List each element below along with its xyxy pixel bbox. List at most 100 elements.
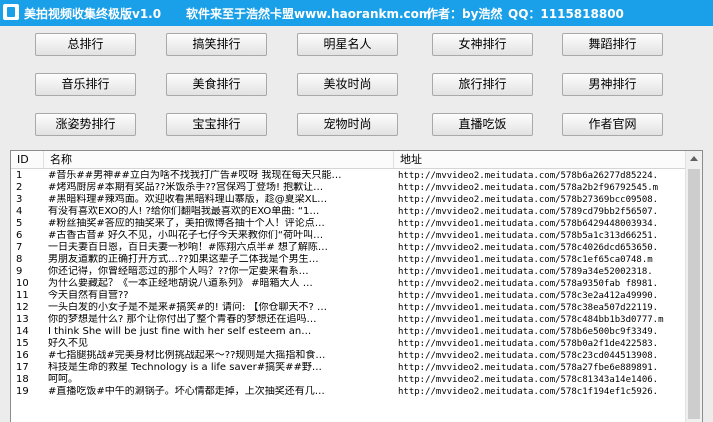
list-item-url: http://mvvideo1.meitudata.com/578b5a1c31… [398, 231, 659, 241]
list-item-name: #音乐##男神##立白为啥不找我打广告#哎呀 我现在每天只能… [48, 170, 342, 181]
list-item-name: 你的梦想是什么? 那个让你付出了整个青春的梦想还在追吗… [48, 314, 317, 325]
list-item[interactable]: 16 #七指腿挑战#完美身材比例挑战起来～??规则是大摇指和食… http://mv… [11, 350, 686, 362]
category-button[interactable]: 宝宝排行 [166, 113, 267, 136]
category-button[interactable]: 旅行排行 [432, 73, 533, 96]
category-button[interactable]: 明星名人 [297, 33, 398, 56]
category-button[interactable]: 舞蹈排行 [562, 33, 663, 56]
list-item[interactable]: 15 好久不见 http://mvvideo1.meitudata.com/578b… [11, 338, 686, 350]
list-item-url: http://mvvideo2.meitudata.com/578b27369b… [398, 195, 659, 205]
list-item-name: 为什么要藏起？《一本正经地胡说八道系列》 #暗箱大人 … [48, 278, 313, 289]
list-item-name: 呵呵。 [48, 374, 78, 385]
list-item-url: http://mvvideo2.meitudata.com/578c4026dc… [398, 243, 659, 253]
list-item-name: 科技是生命的救星 Technology is a life saver#搞笑##… [48, 362, 322, 373]
list-item-id: 19 [16, 386, 29, 397]
list-item[interactable]: 3 #黑暗料理#辣鸡面。欢迎收看黑暗料理山寨版，趁@夏梁XL… http://mvv… [11, 194, 686, 206]
list-item-name: #黑暗料理#辣鸡面。欢迎收看黑暗料理山寨版，趁@夏梁XL… [48, 194, 328, 205]
list-item-name: 有没有喜欢EXO的人! ?给你们翻唱我最喜欢的EXO单曲: “1… [48, 206, 320, 217]
list-item-url: http://mvvideo2.meitudata.com/578a2b2f96… [398, 183, 659, 193]
list-item-name: #古香古音# 好久不见，小叫花子七仔今天来教你们“荷叶叫… [48, 230, 324, 241]
app-icon [3, 4, 19, 20]
list-item[interactable]: 17 科技是生命的救星 Technology is a life saver#搞笑… [11, 362, 686, 374]
category-button[interactable]: 美妆时尚 [297, 73, 398, 96]
list-item-id: 17 [16, 362, 29, 373]
main-window: 美拍视频收集终极版v1.0 软件来至于浩然卡盟www.haorankm.com … [0, 0, 713, 422]
category-button[interactable]: 男神排行 [562, 73, 663, 96]
list-item[interactable]: 8 男朋友道歉的正确打开方式…??如果这辈子二体我是个男生… http://mvvi… [11, 254, 686, 266]
category-button[interactable]: 搞笑排行 [166, 33, 267, 56]
list-item-id: 5 [16, 218, 23, 229]
list-item-url: http://mvvideo2.meitudata.com/578b6a2627… [398, 171, 659, 181]
list-item[interactable]: 5 #粉丝抽奖#答应的抽奖来了，美拍微博各抽十个人！评论点… http://mvvi… [11, 218, 686, 230]
list-item[interactable]: 1 #音乐##男神##立白为啥不找我打广告#哎呀 我现在每天只能… http://m… [11, 170, 686, 182]
list-item-name: 你还记得，你曾经暗恋过的那个人吗？??你一定要来看系… [48, 266, 309, 277]
title-bar[interactable]: 美拍视频收集终极版v1.0 软件来至于浩然卡盟www.haorankm.com … [0, 0, 713, 26]
list-item-id: 13 [16, 314, 29, 325]
list-item-url: http://mvvideo1.meitudata.com/578c38ea50… [398, 303, 659, 313]
category-button[interactable]: 总排行 [35, 33, 136, 56]
list-item-id: 11 [16, 290, 29, 301]
column-header-id[interactable]: ID [11, 151, 44, 168]
list-item[interactable]: 12 一头白发的小女子是不是来#搞笑#的! 请问: 【你仓聊天不? … http:/… [11, 302, 686, 314]
category-button[interactable]: 女神排行 [432, 33, 533, 56]
vertical-scrollbar[interactable] [685, 151, 702, 422]
list-item-name: #烤鸡厨房#本期有奖品??米饭杀手??宫保鸡丁登场! 抱歉让… [48, 182, 324, 193]
list-item-id: 3 [16, 194, 23, 205]
scroll-thumb[interactable] [688, 169, 700, 419]
list-item[interactable]: 4 有没有喜欢EXO的人! ?给你们翻唱我最喜欢的EXO单曲: “1… http:/… [11, 206, 686, 218]
list-item-id: 8 [16, 254, 23, 265]
title-qq: QQ：1115818800 [508, 7, 624, 21]
list-item[interactable]: 2 #烤鸡厨房#本期有奖品??米饭杀手??宫保鸡丁登场! 抱歉让… http://m… [11, 182, 686, 194]
list-item-name: 一日夫妻百日恩，百日夫妻一秒响！#陈翔六点半# 想了解陈… [48, 242, 328, 253]
column-header-name[interactable]: 名称 [44, 151, 394, 168]
video-list[interactable]: ID 名称 地址 1 #音乐##男神##立白为啥不找我打广告#哎呀 我现在每天只能… [10, 150, 703, 422]
list-item-url: http://mvvideo1.meitudata.com/578c1ef65c… [398, 255, 653, 265]
category-button[interactable]: 作者官网 [562, 113, 663, 136]
list-item-id: 15 [16, 338, 29, 349]
list-item-url: http://mvvideo1.meitudata.com/578c484bb1… [398, 315, 664, 325]
list-item-url: http://mvvideo1.meitudata.com/5789a34e52… [398, 267, 653, 277]
list-item-id: 14 [16, 326, 29, 337]
list-item[interactable]: 18 呵呵。 http://mvvideo2.meitudata.com/578c8… [11, 374, 686, 386]
list-item-url: http://mvvideo2.meitudata.com/578a27fbe6… [398, 363, 659, 373]
list-item[interactable]: 6 #古香古音# 好久不见，小叫花子七仔今天来教你们“荷叶叫… http://mvv… [11, 230, 686, 242]
title-source: 软件来至于浩然卡盟www.haorankm.com [186, 7, 432, 21]
list-item-url: http://mvvideo2.meitudata.com/578c81343a… [398, 375, 659, 385]
list-item-url: http://mvvideo2.meitudata.com/578c23cd04… [398, 351, 659, 361]
list-item[interactable]: 7 一日夫妻百日恩，百日夫妻一秒响！#陈翔六点半# 想了解陈… http://mvv… [11, 242, 686, 254]
list-item-url: http://mvvideo1.meitudata.com/578c3e2a41… [398, 291, 659, 301]
list-item[interactable]: 9 你还记得，你曾经暗恋过的那个人吗？??你一定要来看系… http://mvvid… [11, 266, 686, 278]
list-item-url: http://mvvideo2.meitudata.com/578a9350fa… [398, 279, 659, 289]
list-item-id: 2 [16, 182, 23, 193]
list-item-url: http://mvvideo1.meitudata.com/578b0a2f1d… [398, 339, 659, 349]
list-item-id: 1 [16, 170, 23, 181]
list-item-url: http://mvvideo1.meitudata.com/578b642944… [398, 219, 659, 229]
list-item-url: http://mvvideo2.meitudata.com/5789cd79bb… [398, 207, 659, 217]
category-button[interactable]: 音乐排行 [35, 73, 136, 96]
list-item-name: #直播吃饭#中午的涮锅子。坏心情都走掉，上次抽奖还有几… [48, 386, 325, 397]
list-item-id: 18 [16, 374, 29, 385]
list-header: ID 名称 地址 [11, 151, 686, 169]
category-button[interactable]: 美食排行 [166, 73, 267, 96]
scroll-up-arrow-icon[interactable] [690, 156, 698, 161]
list-item[interactable]: 14 I think She will be just fine with her… [11, 326, 686, 338]
list-item[interactable]: 19 #直播吃饭#中午的涮锅子。坏心情都走掉，上次抽奖还有几… http://mvv… [11, 386, 686, 398]
list-item-url: http://mvvideo1.meitudata.com/578b6e500b… [398, 327, 659, 337]
list-item-url: http://mvvideo2.meitudata.com/578c1f194e… [398, 387, 659, 397]
list-item-name: 男朋友道歉的正确打开方式…??如果这辈子二体我是个男生… [48, 254, 319, 265]
list-rows: 1 #音乐##男神##立白为啥不找我打广告#哎呀 我现在每天只能… http://m… [11, 170, 686, 398]
list-item[interactable]: 13 你的梦想是什么? 那个让你付出了整个青春的梦想还在追吗… http://mvv… [11, 314, 686, 326]
title-author: 作者：by浩然 [426, 7, 503, 21]
list-item-name: 好久不见 [48, 338, 88, 349]
list-item-id: 16 [16, 350, 29, 361]
list-item[interactable]: 10 为什么要藏起？《一本正经地胡说八道系列》 #暗箱大人 … http://mvv… [11, 278, 686, 290]
column-header-url[interactable]: 地址 [394, 151, 686, 168]
list-item-id: 6 [16, 230, 23, 241]
list-item-id: 7 [16, 242, 23, 253]
category-button[interactable]: 涨姿势排行 [35, 113, 136, 136]
category-button[interactable]: 直播吃饭 [432, 113, 533, 136]
list-item-id: 9 [16, 266, 23, 277]
list-item-name: #七指腿挑战#完美身材比例挑战起来～??规则是大摇指和食… [48, 350, 326, 361]
list-item[interactable]: 11 今天自然有自营?? http://mvvideo1.meitudata.com… [11, 290, 686, 302]
category-button[interactable]: 宠物时尚 [297, 113, 398, 136]
list-item-name: 今天自然有自营?? [48, 290, 129, 301]
